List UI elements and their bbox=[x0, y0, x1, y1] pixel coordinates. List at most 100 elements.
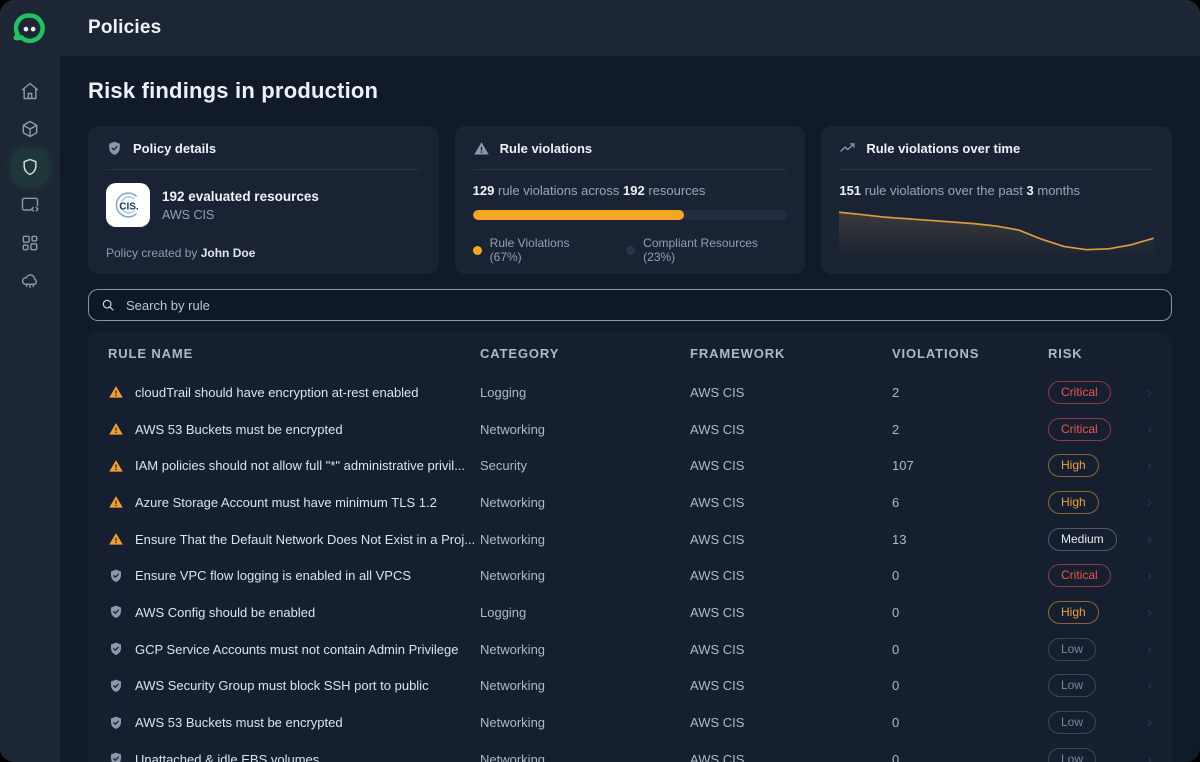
table-row[interactable]: Ensure VPC flow logging is enabled in al… bbox=[108, 557, 1152, 594]
rule-name: AWS Config should be enabled bbox=[135, 605, 315, 620]
trend-summary: 151 rule violations over the past 3 mont… bbox=[839, 183, 1154, 198]
rules-table: RULE NAME CATEGORY FRAMEWORK VIOLATIONS … bbox=[88, 332, 1172, 762]
chevron-right-icon[interactable]: › bbox=[1136, 531, 1152, 548]
chevron-right-icon[interactable]: › bbox=[1136, 384, 1152, 401]
code-window-icon bbox=[20, 195, 40, 215]
warning-icon bbox=[108, 384, 124, 400]
framework-cell: AWS CIS bbox=[690, 532, 892, 547]
risk-badge: High bbox=[1048, 601, 1099, 624]
shield-check-icon bbox=[108, 568, 124, 584]
risk-badge: Critical bbox=[1048, 564, 1111, 587]
rule-name: cloudTrail should have encryption at-res… bbox=[135, 385, 419, 400]
apps-grid-icon bbox=[20, 233, 40, 253]
framework-cell: AWS CIS bbox=[690, 642, 892, 657]
sidebar-item-policies[interactable] bbox=[12, 149, 48, 185]
home-icon bbox=[20, 81, 40, 101]
sidebar-item-home[interactable] bbox=[12, 73, 48, 109]
summary-cards: Policy details CIS. bbox=[88, 126, 1172, 274]
table-header: RULE NAME CATEGORY FRAMEWORK VIOLATIONS … bbox=[108, 332, 1152, 374]
cube-icon bbox=[20, 119, 40, 139]
warning-icon bbox=[108, 531, 124, 547]
cis-framework-logo: CIS. bbox=[106, 183, 150, 227]
card-title: Rule violations bbox=[500, 141, 592, 156]
table-row[interactable]: AWS 53 Buckets must be encrypted Network… bbox=[108, 411, 1152, 448]
app-window: Policies Risk findings in production Pol… bbox=[0, 0, 1200, 762]
violations-cell: 0 bbox=[892, 568, 1048, 583]
table-row[interactable]: Ensure That the Default Network Does Not… bbox=[108, 521, 1152, 558]
category-cell: Networking bbox=[480, 752, 690, 762]
sidebar-item-apps[interactable] bbox=[12, 225, 48, 261]
warning-triangle-icon bbox=[473, 140, 490, 157]
risk-badge: Low bbox=[1048, 638, 1096, 661]
sidebar-item-code[interactable] bbox=[12, 187, 48, 223]
table-row[interactable]: AWS 53 Buckets must be encrypted Network… bbox=[108, 704, 1152, 741]
chevron-right-icon[interactable]: › bbox=[1136, 751, 1152, 762]
sidebar-item-assets[interactable] bbox=[12, 111, 48, 147]
table-row[interactable]: IAM policies should not allow full "*" a… bbox=[108, 447, 1152, 484]
trend-line-icon bbox=[839, 140, 856, 157]
rule-name: IAM policies should not allow full "*" a… bbox=[135, 458, 465, 473]
violations-progress-fill bbox=[473, 210, 684, 220]
category-cell: Networking bbox=[480, 678, 690, 693]
search-icon bbox=[101, 298, 115, 312]
table-row[interactable]: AWS Config should be enabled Logging AWS… bbox=[108, 594, 1152, 631]
chevron-right-icon[interactable]: › bbox=[1136, 421, 1152, 438]
svg-text:CIS.: CIS. bbox=[119, 201, 139, 212]
page-title: Risk findings in production bbox=[88, 78, 1172, 104]
rule-name: AWS 53 Buckets must be encrypted bbox=[135, 715, 343, 730]
violations-cell: 2 bbox=[892, 422, 1048, 437]
col-rule-name: RULE NAME bbox=[108, 346, 480, 361]
legend-label: Compliant Resources (23%) bbox=[643, 236, 787, 264]
framework-cell: AWS CIS bbox=[690, 715, 892, 730]
violations-cell: 2 bbox=[892, 385, 1048, 400]
framework-cell: AWS CIS bbox=[690, 385, 892, 400]
rule-name: Azure Storage Account must have minimum … bbox=[135, 495, 437, 510]
category-cell: Networking bbox=[480, 568, 690, 583]
category-cell: Networking bbox=[480, 422, 690, 437]
violations-legend: Rule Violations (67%) Compliant Resource… bbox=[473, 236, 788, 264]
table-row[interactable]: AWS Security Group must block SSH port t… bbox=[108, 668, 1152, 705]
rule-violations-dot-icon bbox=[473, 246, 482, 255]
sidebar-item-cloud[interactable] bbox=[12, 263, 48, 299]
search-input[interactable] bbox=[124, 297, 1159, 314]
rule-violations-card: Rule violations 129 rule violations acro… bbox=[455, 126, 806, 274]
chevron-right-icon[interactable]: › bbox=[1136, 714, 1152, 731]
shield-check-icon bbox=[108, 604, 124, 620]
shield-check-icon bbox=[108, 678, 124, 694]
content-area: Risk findings in production Policy detai… bbox=[60, 56, 1200, 762]
category-cell: Logging bbox=[480, 385, 690, 400]
rule-name: GCP Service Accounts must not contain Ad… bbox=[135, 642, 458, 657]
framework-cell: AWS CIS bbox=[690, 752, 892, 762]
table-row[interactable]: cloudTrail should have encryption at-res… bbox=[108, 374, 1152, 411]
violations-cell: 0 bbox=[892, 605, 1048, 620]
framework-cell: AWS CIS bbox=[690, 568, 892, 583]
risk-badge: Low bbox=[1048, 674, 1096, 697]
chevron-right-icon[interactable]: › bbox=[1136, 494, 1152, 511]
rule-name: Ensure That the Default Network Does Not… bbox=[135, 532, 475, 547]
chevron-right-icon[interactable]: › bbox=[1136, 457, 1152, 474]
compliant-resources-dot-icon bbox=[626, 246, 635, 255]
table-row[interactable]: Azure Storage Account must have minimum … bbox=[108, 484, 1152, 521]
col-framework: FRAMEWORK bbox=[690, 346, 892, 361]
risk-badge: High bbox=[1048, 454, 1099, 477]
sidebar bbox=[0, 0, 60, 762]
chevron-right-icon[interactable]: › bbox=[1136, 567, 1152, 584]
shield-icon bbox=[20, 157, 40, 177]
chevron-right-icon[interactable]: › bbox=[1136, 677, 1152, 694]
framework-cell: AWS CIS bbox=[690, 495, 892, 510]
violations-progress-bar bbox=[473, 210, 788, 220]
violations-summary: 129 rule violations across 192 resources bbox=[473, 183, 788, 198]
shield-check-icon bbox=[108, 751, 124, 762]
app-title: Policies bbox=[88, 17, 161, 39]
rule-name: Unattached & idle EBS volumes bbox=[135, 752, 319, 762]
col-category: CATEGORY bbox=[480, 346, 690, 361]
rule-name: AWS Security Group must block SSH port t… bbox=[135, 678, 429, 693]
table-row[interactable]: Unattached & idle EBS volumes Networking… bbox=[108, 741, 1152, 762]
chevron-right-icon[interactable]: › bbox=[1136, 604, 1152, 621]
chevron-right-icon[interactable]: › bbox=[1136, 641, 1152, 658]
framework-cell: AWS CIS bbox=[690, 422, 892, 437]
violations-cell: 13 bbox=[892, 532, 1048, 547]
table-row[interactable]: GCP Service Accounts must not contain Ad… bbox=[108, 631, 1152, 668]
card-title: Rule violations over time bbox=[866, 141, 1020, 156]
policy-details-card: Policy details CIS. bbox=[88, 126, 439, 274]
